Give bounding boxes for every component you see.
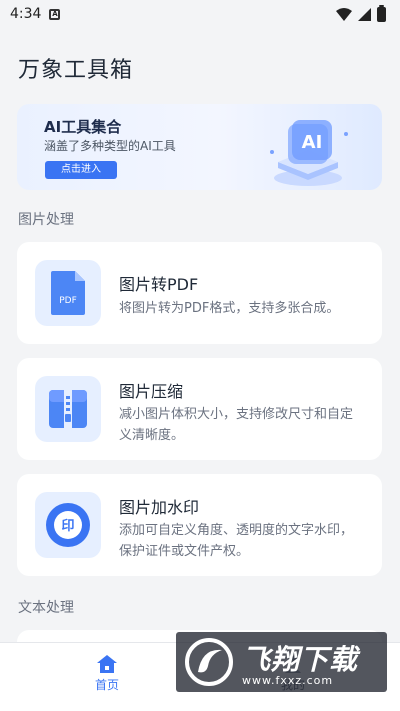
status-bar: 4:34 A [0, 0, 400, 28]
status-right [336, 4, 386, 22]
wifi-icon [336, 7, 352, 21]
notification-icon: A [49, 8, 61, 20]
signal-icon [358, 7, 371, 21]
tool-icon-wrap: PDF [35, 260, 101, 326]
status-time: 4:34 [10, 6, 42, 22]
banner-title: AI工具集合 [44, 118, 122, 136]
home-icon [97, 655, 117, 673]
ai-tools-banner[interactable]: AI工具集合 涵盖了多种类型的AI工具 点击进入 AI [17, 104, 382, 190]
battery-icon [377, 4, 386, 22]
tool-title: 图片压缩 [119, 382, 184, 401]
tool-card-image-to-pdf[interactable]: PDF 图片转PDF 将图片转为PDF格式，支持多张合成。 [17, 242, 382, 344]
status-left: 4:34 A [10, 6, 61, 22]
tool-description: 减小图片体积大小，支持修改尺寸和自定义清晰度。 [119, 407, 354, 443]
tool-description: 添加可自定义角度、透明度的文字水印，保护证件或文件产权。 [119, 523, 354, 559]
section-label-text: 文本处理 [18, 600, 74, 616]
tool-icon-wrap [35, 376, 101, 442]
banner-subtitle: 涵盖了多种类型的AI工具 [44, 139, 176, 153]
stamp-icon-text: 印 [61, 519, 74, 534]
zip-compress-icon [49, 390, 87, 428]
banner-enter-button[interactable]: 点击进入 [45, 161, 117, 179]
pdf-file-icon: PDF [51, 271, 85, 315]
tool-description: 将图片转为PDF格式，支持多张合成。 [119, 301, 340, 316]
tool-title: 图片转PDF [119, 275, 199, 294]
ai-cube-illustration-icon: AI [270, 120, 348, 186]
page-title: 万象工具箱 [18, 58, 134, 83]
tool-card-image-watermark[interactable]: 印 图片加水印 添加可自定义角度、透明度的文字水印，保护证件或文件产权。 [17, 474, 382, 576]
watermark-text: 飞翔下载 [242, 643, 359, 676]
tool-icon-wrap: 印 [35, 492, 101, 558]
section-label-image: 图片处理 [18, 212, 74, 228]
watermark-url: www.fxxz.com [242, 674, 334, 687]
stamp-icon: 印 [46, 503, 90, 547]
watermark-logo-icon [185, 638, 233, 686]
banner-art-text: AI [302, 132, 323, 153]
pdf-icon-text: PDF [59, 296, 77, 306]
tab-home[interactable]: 首页 [77, 655, 137, 693]
tool-card-image-compress[interactable]: 图片压缩 减小图片体积大小，支持修改尺寸和自定义清晰度。 [17, 358, 382, 460]
watermark-overlay: 飞翔下载 www.fxxz.com [176, 632, 387, 692]
tool-title: 图片加水印 [119, 498, 200, 517]
tab-home-label: 首页 [94, 678, 119, 692]
